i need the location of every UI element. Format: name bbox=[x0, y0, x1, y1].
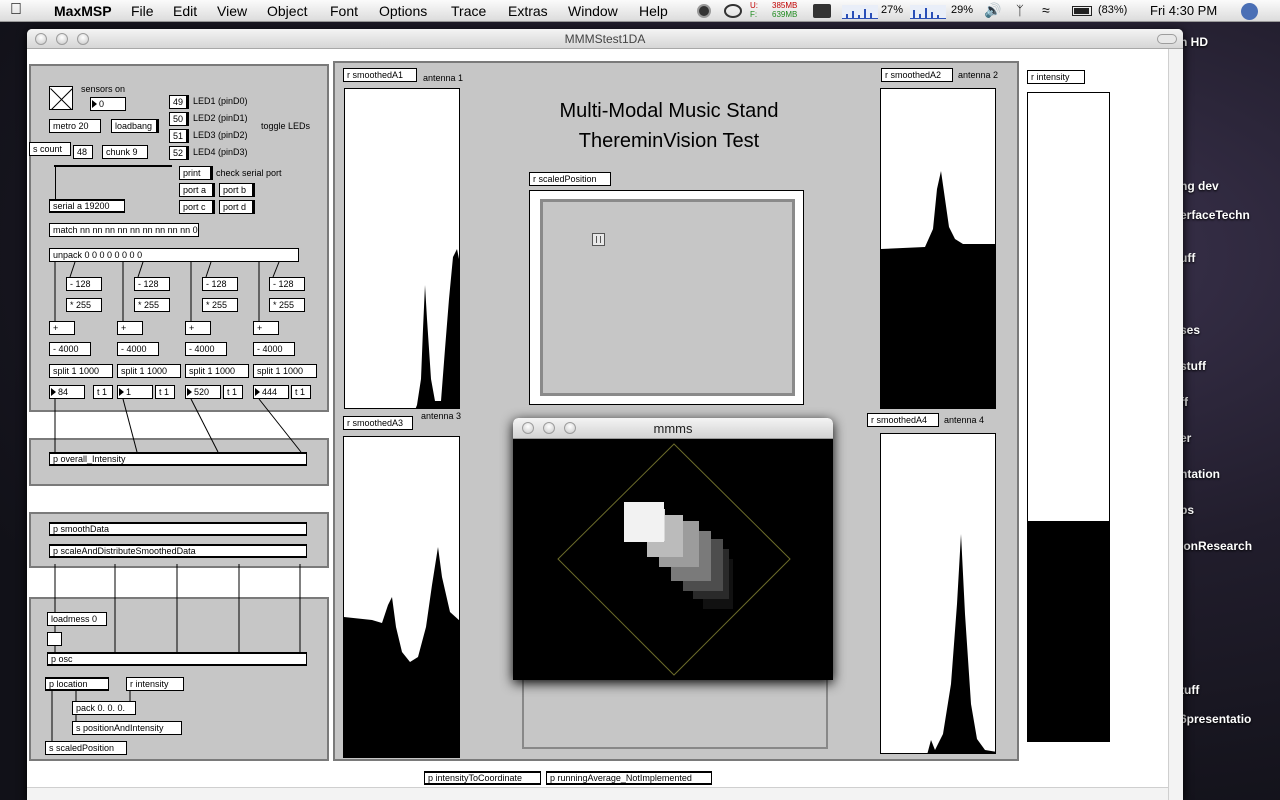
patch-title: Multi-Modal Music Stand bbox=[559, 100, 779, 122]
menu-view[interactable]: View bbox=[217, 3, 247, 19]
spotlight-icon[interactable] bbox=[1241, 3, 1258, 20]
battery-icon[interactable] bbox=[1072, 6, 1092, 16]
antenna2-label: antenna 2 bbox=[958, 70, 999, 80]
display-icon[interactable] bbox=[813, 4, 831, 18]
receive-intensity-meter[interactable]: r intensity bbox=[1027, 70, 1085, 84]
mmms-title: mmms bbox=[653, 421, 693, 436]
smooth-data-subpatch[interactable]: p smoothData bbox=[49, 522, 307, 536]
cpu-percent-2: 29% bbox=[951, 4, 974, 16]
location-subpatch[interactable]: p location bbox=[45, 677, 109, 691]
desktop-item[interactable]: n HD bbox=[1180, 35, 1208, 49]
antenna1-label: antenna 1 bbox=[423, 73, 464, 83]
patch-subtitle: ThereminVision Test bbox=[578, 130, 760, 152]
patcher-window: MMMStest1DA sensors on 0 metro 20 loadba… bbox=[27, 29, 1183, 800]
send-scaled-position-object[interactable]: s scaledPosition bbox=[45, 741, 127, 755]
wifi-icon[interactable]: ≈ bbox=[1042, 2, 1050, 18]
record-icon[interactable] bbox=[697, 4, 711, 18]
intensity-to-coordinate-subpatch[interactable]: p intensityToCoordinate bbox=[424, 771, 541, 785]
battery-percent: (83%) bbox=[1098, 4, 1128, 16]
desktop-item[interactable]: stuff bbox=[1180, 359, 1206, 373]
desktop-item[interactable]: ntation bbox=[1180, 467, 1220, 481]
overall-intensity-subpatch[interactable]: p overall_Intensity bbox=[49, 452, 307, 466]
antenna2-multislider[interactable] bbox=[880, 88, 996, 409]
mmms-titlebar[interactable]: mmms bbox=[513, 418, 833, 439]
volume-icon[interactable]: 🔊 bbox=[984, 2, 1001, 19]
cpu-percent-1: 27% bbox=[881, 4, 904, 16]
position-handle[interactable] bbox=[592, 233, 605, 246]
menu-font[interactable]: Font bbox=[330, 3, 358, 19]
bang-button[interactable] bbox=[47, 632, 62, 646]
loadmess-object[interactable]: loadmess 0 bbox=[47, 612, 107, 626]
jit-pwindow-frame bbox=[522, 680, 828, 749]
memory-used: 385MB bbox=[772, 1, 798, 10]
receive-antenna4[interactable]: r smoothedA4 bbox=[867, 413, 939, 427]
antenna1-multislider[interactable] bbox=[344, 88, 460, 409]
receive-antenna1[interactable]: r smoothedA1 bbox=[343, 68, 417, 82]
memory-values: 385MB 639MB bbox=[772, 1, 797, 19]
receive-antenna2[interactable]: r smoothedA2 bbox=[881, 68, 953, 82]
receive-scaled-position[interactable]: r scaledPosition bbox=[529, 172, 611, 186]
intensity-level-fill bbox=[1028, 520, 1109, 741]
scale-distribute-subpatch[interactable]: p scaleAndDistributeSmoothedData bbox=[49, 544, 307, 558]
menu-options[interactable]: Options bbox=[379, 3, 427, 19]
antenna3-multislider[interactable] bbox=[343, 436, 460, 758]
menu-clock[interactable]: Fri 4:30 PM bbox=[1150, 3, 1217, 18]
running-average-subpatch[interactable]: p runningAverage_NotImplemented bbox=[546, 771, 712, 785]
desktop-item[interactable]: ionResearch bbox=[1180, 539, 1252, 553]
position-lcd[interactable] bbox=[540, 199, 795, 396]
menu-extras[interactable]: Extras bbox=[508, 3, 548, 19]
mmms-render-view bbox=[557, 443, 791, 676]
position-lcd-frame bbox=[529, 190, 804, 405]
menu-edit[interactable]: Edit bbox=[173, 3, 197, 19]
antenna4-multislider[interactable] bbox=[880, 433, 996, 754]
menu-help[interactable]: Help bbox=[639, 3, 668, 19]
menu-object[interactable]: Object bbox=[267, 3, 307, 19]
mmms-window: mmms bbox=[513, 418, 833, 680]
receive-antenna3[interactable]: r smoothedA3 bbox=[343, 416, 413, 430]
intensity-slider[interactable] bbox=[1027, 92, 1110, 742]
menu-trace[interactable]: Trace bbox=[451, 3, 486, 19]
menu-file[interactable]: File bbox=[131, 3, 154, 19]
pack-object[interactable]: pack 0. 0. 0. bbox=[72, 701, 136, 715]
menu-bar:  MaxMSP File Edit View Object Font Opti… bbox=[0, 0, 1280, 22]
antenna3-label: antenna 3 bbox=[421, 411, 462, 421]
menu-maxmsp[interactable]: MaxMSP bbox=[54, 3, 112, 19]
desktop-item[interactable]: erfaceTechn bbox=[1180, 208, 1250, 222]
apple-menu-icon[interactable]:  bbox=[10, 1, 22, 19]
menu-window[interactable]: Window bbox=[568, 3, 618, 19]
cpu-graph-1 bbox=[842, 5, 878, 19]
memory-meter: U: F: bbox=[750, 1, 758, 19]
cpu-graph-2 bbox=[910, 5, 946, 19]
receive-intensity-object[interactable]: r intensity bbox=[126, 677, 184, 691]
patch-canvas: sensors on 0 metro 20 loadbang s count 4… bbox=[27, 29, 1183, 800]
send-position-object[interactable]: s positionAndIntensity bbox=[72, 721, 182, 735]
desktop-item[interactable]: 6presentatio bbox=[1180, 712, 1251, 726]
chat-icon[interactable] bbox=[724, 4, 742, 18]
desktop-item[interactable]: ses bbox=[1180, 323, 1200, 337]
osc-subpatch[interactable]: p osc bbox=[47, 652, 307, 666]
bluetooth-icon[interactable]: ᛉ bbox=[1016, 3, 1024, 18]
desktop-item[interactable]: ng dev bbox=[1180, 179, 1219, 193]
antenna4-label: antenna 4 bbox=[944, 415, 985, 425]
memory-free: 639MB bbox=[772, 10, 798, 19]
